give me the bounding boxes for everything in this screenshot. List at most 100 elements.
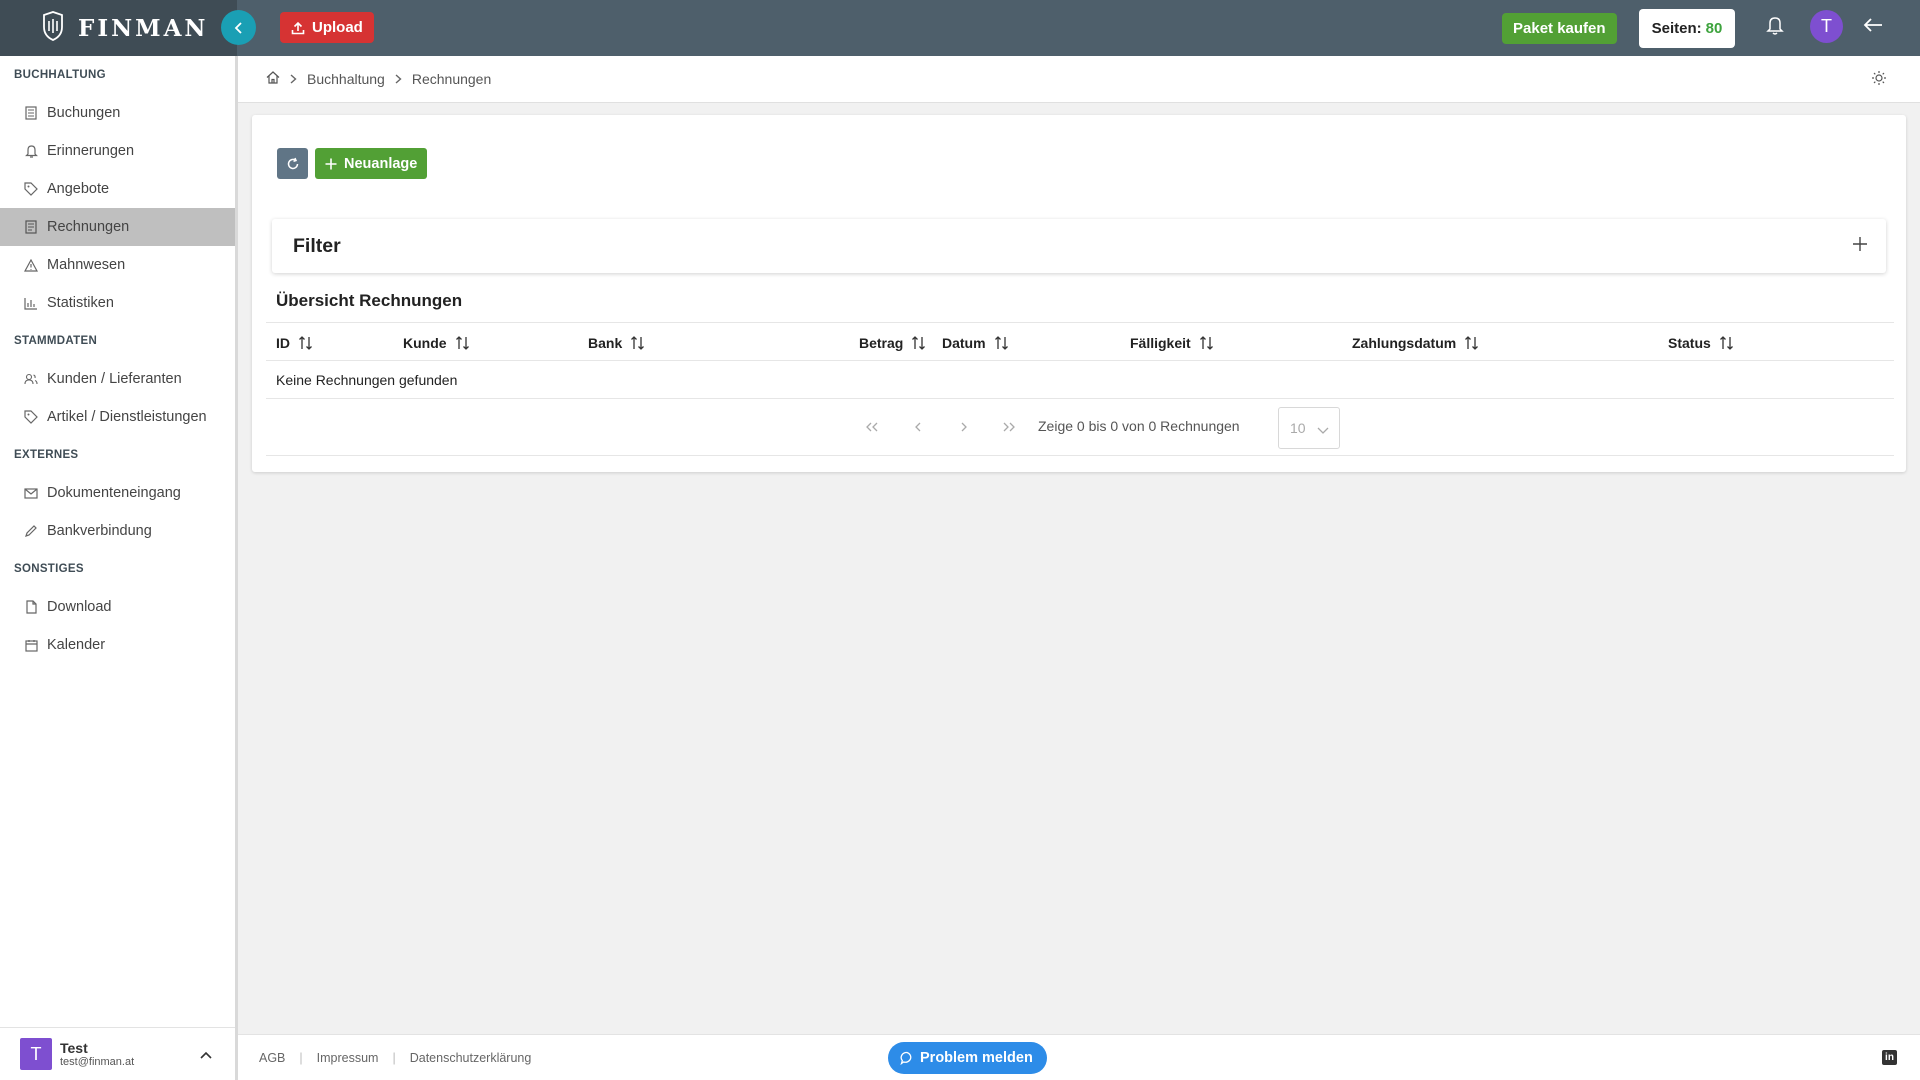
column-header-datum[interactable]: Datum [942,323,1010,362]
footer-separator: | [392,1050,396,1065]
neuanlage-button[interactable]: Neuanlage [315,148,428,179]
breadcrumb-item-rechnungen: Rechnungen [411,71,492,87]
sidebar-item-statistiken[interactable]: Statistiken [0,284,235,322]
calendar-icon [24,638,38,652]
footer-link-impressum[interactable]: Impressum [317,1051,379,1065]
column-label: Betrag [859,334,904,351]
sidebar-item-label: Statistiken [47,295,114,311]
column-header-bank[interactable]: Bank [588,323,646,362]
column-header-kunde[interactable]: Kunde [403,323,471,362]
expand-plus-icon[interactable] [1852,236,1868,257]
column-header-betrag[interactable]: Betrag [859,323,927,362]
chevron-down-icon [1317,422,1329,438]
column-header-zahlungsdatum[interactable]: Zahlungsdatum [1352,323,1480,362]
sidebar-section-title: SONSTIGES [14,563,84,575]
sidebar-item-kalender[interactable]: Kalender [0,626,235,664]
tag-icon [24,182,38,196]
sidebar: BUCHHALTUNG Buchungen Erinnerungen Angeb… [0,56,238,1080]
page-size-select[interactable]: 10 [1278,407,1340,449]
logo-crest-icon [42,10,64,46]
invoices-table: ID Kunde Bank Betrag Datum Fälligkeit Za… [266,322,1894,456]
footer: AGB | Impressum | Datenschutzerklärung P… [238,1034,1920,1080]
column-label: Bank [588,334,623,351]
pencil-icon [24,524,38,538]
sidebar-user-panel[interactable]: T Test test@finman.at [0,1027,235,1080]
invoice-icon [24,220,38,234]
sort-icon [994,335,1008,350]
first-page-icon[interactable] [862,417,882,437]
sidebar-item-erinnerungen[interactable]: Erinnerungen [0,132,235,170]
filter-panel[interactable]: Filter [272,219,1886,273]
sidebar-item-artikel[interactable]: Artikel / Dienstleistungen [0,398,235,436]
sidebar-item-mahnwesen[interactable]: Mahnwesen [0,246,235,284]
breadcrumb-item-buchhaltung[interactable]: Buchhaltung [307,71,385,87]
sidebar-item-dokumenteneingang[interactable]: Dokumenteneingang [0,474,235,512]
invoices-card: Neuanlage Filter Übersicht Rechnungen ID… [252,115,1906,472]
column-label: Datum [942,334,986,351]
refresh-icon [287,157,298,169]
upload-button[interactable]: Upload [280,12,374,43]
sidebar-item-angebote[interactable]: Angebote [0,170,235,208]
user-avatar[interactable]: T [1810,10,1843,43]
sidebar-collapse-button[interactable] [221,10,256,45]
sidebar-item-label: Rechnungen [47,219,130,235]
sidebar-item-label: Dokumenteneingang [47,485,181,501]
chevron-left-icon [234,21,242,34]
sidebar-item-label: Angebote [47,181,110,197]
file-icon [24,600,38,614]
filter-title: Filter [293,234,341,257]
ledger-icon [24,106,38,120]
problem-melden-button[interactable]: Problem melden [888,1042,1047,1074]
theme-sun-icon[interactable] [1871,70,1887,89]
sidebar-item-rechnungen[interactable]: Rechnungen [0,208,235,246]
table-header: ID Kunde Bank Betrag Datum Fälligkeit Za… [266,322,1894,361]
prev-page-icon[interactable] [908,417,928,437]
column-label: Zahlungsdatum [1352,334,1457,351]
column-header-status[interactable]: Status [1668,323,1735,362]
column-header-faelligkeit[interactable]: Fälligkeit [1130,323,1215,362]
seiten-value: 80 [1705,20,1723,37]
chevron-right-icon [395,72,402,87]
logo-text: FINMAN [78,14,209,42]
sidebar-section-title: BUCHHALTUNG [14,69,106,81]
footer-link-agb[interactable]: AGB [259,1051,285,1065]
sidebar-item-bankverbindung[interactable]: Bankverbindung [0,512,235,550]
pagination-summary: Zeige 0 bis 0 von 0 Rechnungen [1038,418,1240,434]
column-label: Status [1668,334,1711,351]
user-avatar: T [20,1038,52,1070]
sort-icon [455,335,469,350]
user-name: Test [60,1040,88,1056]
column-label: ID [276,334,290,351]
linkedin-icon[interactable]: in [1882,1050,1897,1065]
sort-icon [299,335,312,350]
chevron-up-icon[interactable] [200,1046,212,1064]
sidebar-section-title: STAMMDATEN [14,335,98,347]
home-icon[interactable] [266,71,280,87]
users-icon [24,372,38,386]
user-email: test@finman.at [60,1056,135,1068]
refresh-button[interactable] [277,148,308,179]
sort-icon [1199,335,1213,350]
footer-link-datenschutz[interactable]: Datenschutzerklärung [410,1051,532,1065]
paket-kaufen-button[interactable]: Paket kaufen [1502,13,1617,44]
sidebar-item-label: Mahnwesen [47,257,126,273]
plus-icon [325,158,337,169]
logout-arrow-icon[interactable] [1862,14,1884,41]
sort-icon [912,335,926,350]
seiten-label: Seiten: [1651,20,1702,37]
breadcrumb: Buchhaltung Rechnungen [238,56,1920,103]
next-page-icon[interactable] [954,417,974,437]
column-header-id[interactable]: ID [276,323,314,362]
sidebar-item-label: Download [47,599,112,615]
sidebar-item-download[interactable]: Download [0,588,235,626]
bell-icon [24,144,38,158]
sidebar-item-label: Artikel / Dienstleistungen [47,409,207,425]
sidebar-item-kunden[interactable]: Kunden / Lieferanten [0,360,235,398]
notifications-bell-icon[interactable] [1766,15,1784,40]
tag-icon [24,410,38,424]
warning-icon [24,258,38,272]
page-size-value: 10 [1290,420,1306,436]
sidebar-item-buchungen[interactable]: Buchungen [0,94,235,132]
logo[interactable]: FINMAN [0,0,237,56]
last-page-icon[interactable] [999,417,1019,437]
